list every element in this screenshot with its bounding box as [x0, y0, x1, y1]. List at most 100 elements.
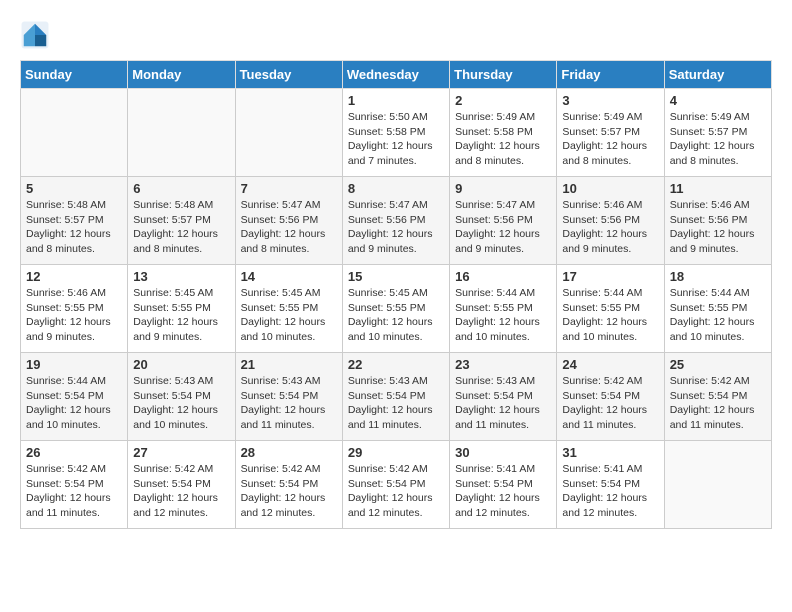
calendar-cell: 8 Sunrise: 5:47 AM Sunset: 5:56 PM Daylig…: [342, 177, 449, 265]
header-row: SundayMondayTuesdayWednesdayThursdayFrid…: [21, 61, 772, 89]
calendar-table: SundayMondayTuesdayWednesdayThursdayFrid…: [20, 60, 772, 529]
day-info: Sunrise: 5:48 AM Sunset: 5:57 PM Dayligh…: [26, 198, 122, 257]
day-number: 2: [455, 93, 551, 108]
day-info: Sunrise: 5:42 AM Sunset: 5:54 PM Dayligh…: [562, 374, 658, 433]
day-number: 3: [562, 93, 658, 108]
calendar-cell: 10 Sunrise: 5:46 AM Sunset: 5:56 PM Dayli…: [557, 177, 664, 265]
day-info: Sunrise: 5:45 AM Sunset: 5:55 PM Dayligh…: [133, 286, 229, 345]
calendar-cell: 13 Sunrise: 5:45 AM Sunset: 5:55 PM Dayli…: [128, 265, 235, 353]
calendar-cell: 15 Sunrise: 5:45 AM Sunset: 5:55 PM Dayli…: [342, 265, 449, 353]
calendar-cell: 31 Sunrise: 5:41 AM Sunset: 5:54 PM Dayli…: [557, 441, 664, 529]
day-number: 6: [133, 181, 229, 196]
day-info: Sunrise: 5:43 AM Sunset: 5:54 PM Dayligh…: [133, 374, 229, 433]
day-number: 31: [562, 445, 658, 460]
day-number: 11: [670, 181, 766, 196]
day-info: Sunrise: 5:43 AM Sunset: 5:54 PM Dayligh…: [241, 374, 337, 433]
day-info: Sunrise: 5:46 AM Sunset: 5:56 PM Dayligh…: [670, 198, 766, 257]
day-number: 19: [26, 357, 122, 372]
day-info: Sunrise: 5:47 AM Sunset: 5:56 PM Dayligh…: [455, 198, 551, 257]
day-info: Sunrise: 5:48 AM Sunset: 5:57 PM Dayligh…: [133, 198, 229, 257]
day-info: Sunrise: 5:44 AM Sunset: 5:55 PM Dayligh…: [670, 286, 766, 345]
day-number: 22: [348, 357, 444, 372]
calendar-cell: 16Sunrise: 5:44 AM Sunset: 5:55 PM Dayli…: [450, 265, 557, 353]
calendar-cell: 30Sunrise: 5:41 AM Sunset: 5:54 PM Dayli…: [450, 441, 557, 529]
logo: [20, 20, 54, 50]
day-number: 20: [133, 357, 229, 372]
calendar-week-2: 5Sunrise: 5:48 AM Sunset: 5:57 PM Daylig…: [21, 177, 772, 265]
calendar-cell: 25 Sunrise: 5:42 AM Sunset: 5:54 PM Dayli…: [664, 353, 771, 441]
header-cell-tuesday: Tuesday: [235, 61, 342, 89]
calendar-week-4: 19 Sunrise: 5:44 AM Sunset: 5:54 PM Dayli…: [21, 353, 772, 441]
day-info: Sunrise: 5:47 AM Sunset: 5:56 PM Dayligh…: [241, 198, 337, 257]
calendar-body: 1 Sunrise: 5:50 AM Sunset: 5:58 PM Daylig…: [21, 89, 772, 529]
day-info: Sunrise: 5:49 AM Sunset: 5:57 PM Dayligh…: [562, 110, 658, 169]
calendar-cell: 2 Sunrise: 5:49 AM Sunset: 5:58 PM Daylig…: [450, 89, 557, 177]
day-number: 4: [670, 93, 766, 108]
day-info: Sunrise: 5:47 AM Sunset: 5:56 PM Dayligh…: [348, 198, 444, 257]
day-info: Sunrise: 5:42 AM Sunset: 5:54 PM Dayligh…: [348, 462, 444, 521]
day-info: Sunrise: 5:43 AM Sunset: 5:54 PM Dayligh…: [455, 374, 551, 433]
day-number: 15: [348, 269, 444, 284]
calendar-cell: 27Sunrise: 5:42 AM Sunset: 5:54 PM Dayli…: [128, 441, 235, 529]
calendar-cell: 9Sunrise: 5:47 AM Sunset: 5:56 PM Daylig…: [450, 177, 557, 265]
calendar-cell: 12 Sunrise: 5:46 AM Sunset: 5:55 PM Dayli…: [21, 265, 128, 353]
day-number: 26: [26, 445, 122, 460]
day-info: Sunrise: 5:49 AM Sunset: 5:58 PM Dayligh…: [455, 110, 551, 169]
calendar-week-1: 1 Sunrise: 5:50 AM Sunset: 5:58 PM Daylig…: [21, 89, 772, 177]
day-info: Sunrise: 5:41 AM Sunset: 5:54 PM Dayligh…: [455, 462, 551, 521]
day-info: Sunrise: 5:42 AM Sunset: 5:54 PM Dayligh…: [26, 462, 122, 521]
header-cell-friday: Friday: [557, 61, 664, 89]
calendar-cell: [664, 441, 771, 529]
day-info: Sunrise: 5:44 AM Sunset: 5:55 PM Dayligh…: [562, 286, 658, 345]
day-info: Sunrise: 5:45 AM Sunset: 5:55 PM Dayligh…: [241, 286, 337, 345]
day-info: Sunrise: 5:42 AM Sunset: 5:54 PM Dayligh…: [670, 374, 766, 433]
day-number: 1: [348, 93, 444, 108]
calendar-cell: 17Sunrise: 5:44 AM Sunset: 5:55 PM Dayli…: [557, 265, 664, 353]
day-info: Sunrise: 5:43 AM Sunset: 5:54 PM Dayligh…: [348, 374, 444, 433]
calendar-cell: 24 Sunrise: 5:42 AM Sunset: 5:54 PM Dayli…: [557, 353, 664, 441]
day-info: Sunrise: 5:44 AM Sunset: 5:54 PM Dayligh…: [26, 374, 122, 433]
calendar-cell: 19 Sunrise: 5:44 AM Sunset: 5:54 PM Dayli…: [21, 353, 128, 441]
calendar-cell: 26 Sunrise: 5:42 AM Sunset: 5:54 PM Dayli…: [21, 441, 128, 529]
day-number: 12: [26, 269, 122, 284]
day-number: 28: [241, 445, 337, 460]
day-number: 10: [562, 181, 658, 196]
day-info: Sunrise: 5:50 AM Sunset: 5:58 PM Dayligh…: [348, 110, 444, 169]
day-info: Sunrise: 5:42 AM Sunset: 5:54 PM Dayligh…: [133, 462, 229, 521]
calendar-cell: [235, 89, 342, 177]
day-number: 8: [348, 181, 444, 196]
day-info: Sunrise: 5:49 AM Sunset: 5:57 PM Dayligh…: [670, 110, 766, 169]
calendar-header: SundayMondayTuesdayWednesdayThursdayFrid…: [21, 61, 772, 89]
day-info: Sunrise: 5:46 AM Sunset: 5:55 PM Dayligh…: [26, 286, 122, 345]
calendar-cell: 22 Sunrise: 5:43 AM Sunset: 5:54 PM Dayli…: [342, 353, 449, 441]
header-cell-saturday: Saturday: [664, 61, 771, 89]
calendar-cell: 5Sunrise: 5:48 AM Sunset: 5:57 PM Daylig…: [21, 177, 128, 265]
day-info: Sunrise: 5:41 AM Sunset: 5:54 PM Dayligh…: [562, 462, 658, 521]
calendar-cell: 4 Sunrise: 5:49 AM Sunset: 5:57 PM Daylig…: [664, 89, 771, 177]
day-number: 14: [241, 269, 337, 284]
header-cell-sunday: Sunday: [21, 61, 128, 89]
calendar-week-5: 26 Sunrise: 5:42 AM Sunset: 5:54 PM Dayli…: [21, 441, 772, 529]
page-header: [20, 20, 772, 50]
day-info: Sunrise: 5:42 AM Sunset: 5:54 PM Dayligh…: [241, 462, 337, 521]
calendar-cell: 14 Sunrise: 5:45 AM Sunset: 5:55 PM Dayli…: [235, 265, 342, 353]
header-cell-monday: Monday: [128, 61, 235, 89]
calendar-cell: 6 Sunrise: 5:48 AM Sunset: 5:57 PM Daylig…: [128, 177, 235, 265]
day-number: 13: [133, 269, 229, 284]
calendar-cell: 21Sunrise: 5:43 AM Sunset: 5:54 PM Dayli…: [235, 353, 342, 441]
day-number: 24: [562, 357, 658, 372]
calendar-cell: 11 Sunrise: 5:46 AM Sunset: 5:56 PM Dayli…: [664, 177, 771, 265]
day-number: 23: [455, 357, 551, 372]
day-info: Sunrise: 5:46 AM Sunset: 5:56 PM Dayligh…: [562, 198, 658, 257]
day-number: 18: [670, 269, 766, 284]
calendar-cell: 29 Sunrise: 5:42 AM Sunset: 5:54 PM Dayli…: [342, 441, 449, 529]
calendar-cell: 1 Sunrise: 5:50 AM Sunset: 5:58 PM Daylig…: [342, 89, 449, 177]
day-number: 7: [241, 181, 337, 196]
header-cell-wednesday: Wednesday: [342, 61, 449, 89]
day-number: 25: [670, 357, 766, 372]
calendar-week-3: 12 Sunrise: 5:46 AM Sunset: 5:55 PM Dayli…: [21, 265, 772, 353]
logo-icon: [20, 20, 50, 50]
day-number: 29: [348, 445, 444, 460]
calendar-cell: [128, 89, 235, 177]
day-info: Sunrise: 5:45 AM Sunset: 5:55 PM Dayligh…: [348, 286, 444, 345]
